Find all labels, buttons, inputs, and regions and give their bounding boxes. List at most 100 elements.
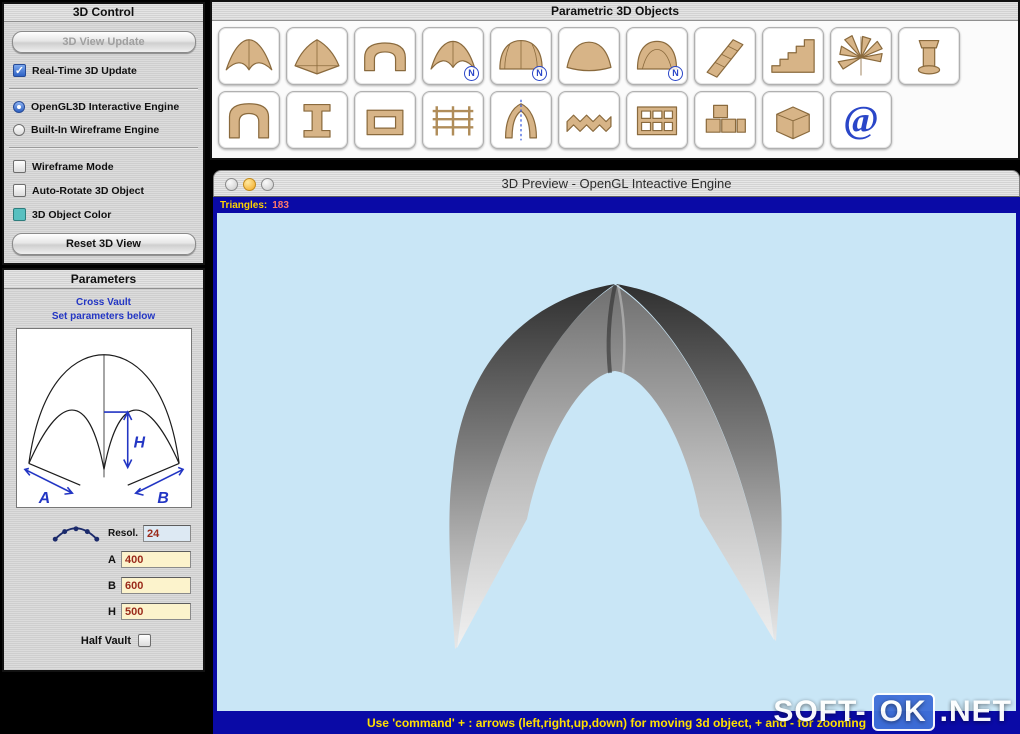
dome-button[interactable]: N bbox=[626, 27, 688, 85]
cloister-vault-button[interactable]: N bbox=[490, 27, 552, 85]
box-profile-icon bbox=[366, 109, 404, 136]
watermark-part2: OK bbox=[871, 693, 935, 731]
close-button[interactable] bbox=[225, 178, 238, 191]
watermark-part3: .NET bbox=[939, 695, 1012, 728]
preview-canvas[interactable] bbox=[217, 213, 1016, 711]
diagram-b-label: B bbox=[157, 490, 168, 507]
box-profile-button[interactable] bbox=[354, 91, 416, 149]
diagram-a-label: A bbox=[37, 490, 49, 507]
resolution-label: Resol. bbox=[107, 528, 138, 539]
wireframe-mode-label: Wireframe Mode bbox=[32, 160, 114, 173]
watermark-part1: SOFT- bbox=[773, 695, 867, 728]
divider bbox=[9, 88, 198, 90]
resolution-row: Resol. bbox=[4, 525, 191, 542]
engine-wireframe-row[interactable]: Built-In Wireframe Engine bbox=[13, 124, 203, 136]
block-assembly-button[interactable] bbox=[694, 91, 756, 149]
i-beam-button[interactable] bbox=[286, 91, 348, 149]
resolution-input[interactable] bbox=[143, 525, 191, 542]
preview-titlebar[interactable]: 3D Preview - OpenGL Inteactive Engine bbox=[213, 170, 1020, 197]
barrel-vault-icon bbox=[364, 42, 406, 72]
preview-title: 3D Preview - OpenGL Inteactive Engine bbox=[501, 176, 732, 191]
truss-button[interactable] bbox=[694, 27, 756, 85]
param-h-row: H bbox=[4, 603, 191, 620]
stairs-icon bbox=[771, 39, 815, 73]
zoom-button[interactable] bbox=[261, 178, 274, 191]
opengl-engine-radio[interactable] bbox=[13, 101, 25, 113]
object-color-well[interactable] bbox=[13, 208, 26, 221]
realtime-update-row[interactable]: ✓ Real-Time 3D Update bbox=[13, 64, 203, 77]
cross-vault-icon bbox=[225, 39, 273, 71]
param-h-input[interactable] bbox=[121, 603, 191, 620]
at-symbol-button[interactable]: @ bbox=[830, 91, 892, 149]
cross-vault-button[interactable] bbox=[218, 27, 280, 85]
realtime-update-label: Real-Time 3D Update bbox=[32, 64, 137, 77]
railing-button[interactable] bbox=[422, 91, 484, 149]
arch-portal-icon bbox=[228, 103, 270, 139]
auto-rotate-checkbox[interactable] bbox=[13, 184, 26, 197]
control-panel-title: 3D Control bbox=[4, 4, 203, 22]
at-symbol-icon: @ bbox=[843, 99, 879, 141]
palette-title: Parametric 3D Objects bbox=[212, 2, 1018, 21]
wireframe-engine-radio[interactable] bbox=[13, 124, 25, 136]
sail-vault-button[interactable] bbox=[558, 27, 620, 85]
object-color-label: 3D Object Color bbox=[32, 208, 112, 221]
view-update-button: 3D View Update bbox=[11, 31, 196, 53]
block-assembly-icon bbox=[705, 104, 746, 133]
preview-frame: Triangles: 183 Use 'command' +: arrows … bbox=[213, 197, 1020, 734]
pointed-arch-button[interactable] bbox=[490, 91, 552, 149]
triangles-label: Triangles: bbox=[220, 199, 268, 211]
reset-view-button[interactable]: Reset 3D View bbox=[11, 233, 196, 255]
half-vault-checkbox[interactable] bbox=[138, 634, 151, 647]
cross-vault-rounded-button[interactable]: N bbox=[422, 27, 484, 85]
cross-vault-render bbox=[449, 284, 782, 649]
half-vault-row[interactable]: Half Vault bbox=[4, 634, 151, 647]
spiral-stairs-button[interactable] bbox=[830, 27, 892, 85]
half-vault-label: Half Vault bbox=[80, 634, 131, 647]
cube-button[interactable] bbox=[762, 91, 824, 149]
palette-row-1: NNN bbox=[212, 27, 1018, 85]
wireframe-mode-row[interactable]: Wireframe Mode bbox=[13, 160, 203, 173]
sail-vault-icon bbox=[566, 41, 612, 72]
palette-panel: Parametric 3D Objects N N N @ bbox=[210, 0, 1020, 160]
pavilion-vault-button[interactable] bbox=[286, 27, 348, 85]
object-type-label: Cross Vault bbox=[75, 297, 132, 308]
waffle-slab-icon bbox=[636, 106, 678, 136]
param-b-row: B bbox=[4, 577, 191, 594]
engine-opengl-row[interactable]: OpenGL3D Interactive Engine bbox=[13, 101, 203, 113]
param-a-input[interactable] bbox=[121, 551, 191, 568]
minimize-button[interactable] bbox=[243, 178, 256, 191]
parameters-panel: Parameters Cross Vault Set parameters be… bbox=[2, 268, 205, 672]
auto-rotate-row[interactable]: Auto-Rotate 3D Object bbox=[13, 184, 203, 197]
param-b-input[interactable] bbox=[121, 577, 191, 594]
pointed-arch-icon bbox=[504, 99, 538, 141]
new-badge: N bbox=[532, 66, 547, 81]
pavilion-vault-icon bbox=[294, 39, 340, 75]
wireframe-mode-checkbox[interactable] bbox=[13, 160, 26, 173]
parameters-hint: Set parameters below bbox=[51, 311, 156, 322]
palette-row-2: @ bbox=[212, 91, 1018, 149]
zigzag-stairs-button[interactable] bbox=[558, 91, 620, 149]
waffle-slab-button[interactable] bbox=[626, 91, 688, 149]
wireframe-engine-label: Built-In Wireframe Engine bbox=[31, 124, 160, 136]
param-h-label: H bbox=[108, 605, 116, 618]
i-beam-icon bbox=[303, 103, 331, 138]
parameters-panel-title: Parameters bbox=[4, 270, 203, 289]
divider bbox=[9, 147, 198, 149]
triangles-value: 183 bbox=[272, 199, 289, 211]
vault-diagram: A B H bbox=[15, 328, 192, 508]
column-icon bbox=[917, 39, 941, 75]
zigzag-stairs-icon bbox=[566, 114, 612, 132]
spiral-stairs-icon bbox=[837, 35, 883, 76]
object-color-row[interactable]: 3D Object Color bbox=[13, 208, 203, 221]
stairs-button[interactable] bbox=[762, 27, 824, 85]
param-a-row: A bbox=[4, 551, 191, 568]
triangles-status: Triangles: 183 bbox=[217, 197, 1016, 213]
realtime-update-checkbox[interactable]: ✓ bbox=[13, 64, 26, 77]
auto-rotate-label: Auto-Rotate 3D Object bbox=[32, 184, 145, 197]
arch-portal-button[interactable] bbox=[218, 91, 280, 149]
barrel-vault-button[interactable] bbox=[354, 27, 416, 85]
column-button[interactable] bbox=[898, 27, 960, 85]
control-panel: 3D Control 3D View Update ✓ Real-Time 3D… bbox=[2, 2, 205, 265]
diagram-h-label: H bbox=[133, 435, 145, 452]
vault-diagram-sketch: A B H bbox=[22, 354, 184, 507]
